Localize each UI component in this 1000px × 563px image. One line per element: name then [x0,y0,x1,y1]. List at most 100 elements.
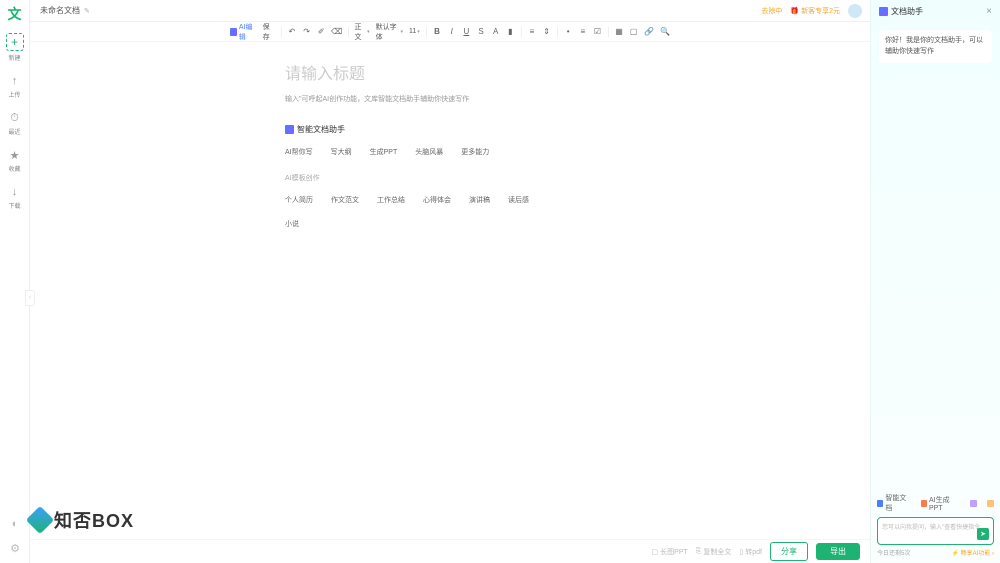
headset-icon[interactable]: ◐ [8,517,22,531]
watermark-icon [26,506,54,534]
user-avatar[interactable] [848,4,862,18]
subtitle-hint: 输入"可呼起AI创作功能，文库智能文档助手辅助你快速写作 [285,94,685,104]
chip-ppt[interactable]: 生成PPT [370,145,398,159]
pdf-icon: ▯ [739,548,743,556]
ai-icon [230,28,237,36]
chip-ai-write[interactable]: AI帮你写 [285,145,313,159]
separator [521,27,522,37]
assistant-panel: 文档助手 × 你好！我是你的文档助手，可以辅助你快速写作 智能文档 AI生成PP… [870,0,1000,563]
save-button[interactable]: 保存 [263,22,275,42]
doc-icon [877,500,883,507]
assistant-tabs: 智能文档 AI生成PPT [877,493,994,513]
ai-actions-row: AI帮你写 写大纲 生成PPT 头脑风暴 更多能力 [285,145,685,159]
chip-speech[interactable]: 演讲稿 [469,193,490,207]
brush-icon[interactable]: ✐ [317,27,326,37]
watermark: 知否BOX [30,507,134,533]
redo-icon[interactable]: ↷ [302,27,311,37]
sidebar-label: 上传 [8,90,20,99]
separator [348,27,349,37]
template-row-2: 小说 [285,217,685,231]
ai-helper-icon [285,125,294,134]
assistant-footer: 今日还剩5次 ⚡ 畅享AI功能 › [877,548,994,557]
sidebar-label: 最近 [8,127,20,136]
collapse-sidebar[interactable]: ‹ [25,290,35,306]
top-bar: 未命名文档 ✎ [30,0,870,22]
underline-icon[interactable]: U [462,27,471,37]
assistant-header: 文档助手 × [871,0,1000,22]
separator [281,27,282,37]
quota-text: 今日还剩5次 [877,548,910,557]
sidebar-new[interactable]: + 新建 [5,33,25,62]
chip-outline[interactable]: 写大纲 [331,145,352,159]
input-placeholder: 您可以向我提问，输入"查看快捷指令 [882,522,989,531]
strike-icon[interactable]: S [477,27,486,37]
upgrade-link[interactable]: ⚡ 畅享AI功能 › [952,548,995,557]
send-icon[interactable]: ➤ [977,528,989,540]
font-color-icon[interactable]: A [491,27,500,37]
sidebar-upload[interactable]: ↑ 上传 [5,74,25,99]
italic-icon[interactable]: I [447,27,456,37]
chip-resume[interactable]: 个人简历 [285,193,313,207]
assistant-input[interactable]: 您可以向我提问，输入"查看快捷指令 ➤ [877,517,994,545]
copy-all-button[interactable]: ⎘复制全文 [696,547,732,557]
editor-area[interactable]: 请输入标题 输入"可呼起AI创作功能，文库智能文档助手辅助你快速写作 智能文档助… [285,60,685,231]
vip-link[interactable]: 去除中 [761,6,782,16]
editor-toolbar: AI编辑 保存 ↶ ↷ ✐ ⌫ 正文 默认字体 11 B I U S A ▮ ≡… [30,22,870,42]
undo-icon[interactable]: ↶ [288,27,297,37]
clock-icon: ⏱ [8,111,22,125]
line-height-icon[interactable]: ⇕ [542,27,551,37]
font-size-select[interactable]: 11 [409,28,420,35]
plus-icon: + [6,33,24,51]
paragraph-style-select[interactable]: 正文 [354,22,369,42]
tab-smart-doc[interactable]: 智能文档 [877,493,911,513]
checklist-icon[interactable]: ☑ [593,27,602,37]
table-icon[interactable]: ▦ [615,27,624,37]
long-image-button[interactable]: ▢长图PPT [652,547,688,557]
ai-edit-button[interactable]: AI编辑 [230,22,257,42]
number-list-icon[interactable]: ≡ [578,27,587,37]
chip-brainstorm[interactable]: 头脑风暴 [415,145,443,159]
upload-icon: ↑ [8,74,22,88]
sidebar-recent[interactable]: ⏱ 最近 [5,111,25,136]
search-icon[interactable]: 🔍 [660,27,670,37]
ai-helper-header: 智能文档助手 [285,124,685,135]
chip-essay[interactable]: 作文范文 [331,193,359,207]
align-icon[interactable]: ≡ [528,27,537,37]
to-pdf-button[interactable]: ▯转pdf [739,547,762,557]
sidebar-favorite[interactable]: ★ 收藏 [5,148,25,173]
font-select[interactable]: 默认字体 [376,22,403,42]
chip-summary[interactable]: 工作总结 [377,193,405,207]
chip-novel[interactable]: 小说 [285,217,299,231]
tab-extra-2[interactable] [987,500,994,507]
highlight-icon[interactable]: ▮ [506,27,515,37]
bold-icon[interactable]: B [433,27,442,37]
export-button[interactable]: 导出 [816,543,860,560]
share-button[interactable]: 分享 [770,542,808,561]
settings-icon[interactable]: ⚙ [8,541,22,555]
gift-icon: 🎁 [790,7,799,15]
bullet-list-icon[interactable]: • [564,27,573,37]
document-title[interactable]: 未命名文档 [40,5,80,16]
extra-icon [987,500,994,507]
separator [557,27,558,37]
tab-ai-ppt[interactable]: AI生成PPT [921,495,960,512]
title-placeholder[interactable]: 请输入标题 [285,60,685,84]
ppt-icon [921,500,927,507]
sidebar-download[interactable]: ↓ 下载 [5,185,25,210]
ai-helper-panel: 智能文档助手 AI帮你写 写大纲 生成PPT 头脑风暴 更多能力 AI模板创作 … [285,124,685,231]
chip-more[interactable]: 更多能力 [461,145,489,159]
edit-icon[interactable]: ✎ [84,7,90,15]
link-icon[interactable]: 🔗 [644,27,654,37]
chip-review[interactable]: 读后感 [508,193,529,207]
sidebar-label: 收藏 [8,164,20,173]
chip-reflection[interactable]: 心得体会 [423,193,451,207]
gift-link[interactable]: 🎁 新客专享2元 [790,6,840,16]
clear-format-icon[interactable]: ⌫ [332,27,342,37]
sidebar-label: 下载 [8,201,20,210]
separator [426,27,427,37]
tab-extra-1[interactable] [970,500,977,507]
assistant-bottom: 智能文档 AI生成PPT 您可以向我提问，输入"查看快捷指令 ➤ 今日还剩5次 … [871,487,1000,563]
app-logo: 文 [4,3,26,25]
close-icon[interactable]: × [986,6,992,17]
image-icon[interactable]: ▢ [629,27,638,37]
